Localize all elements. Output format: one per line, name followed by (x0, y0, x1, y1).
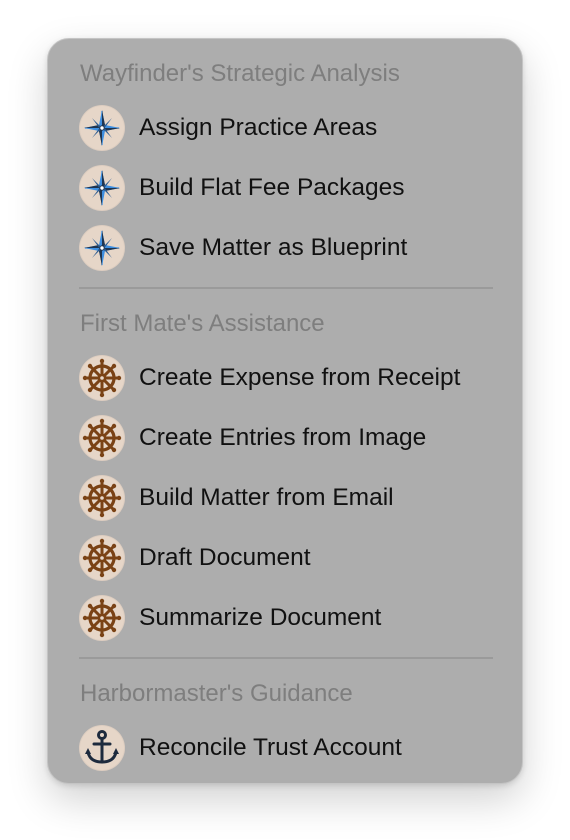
menu-item-build-flat-fee-packages[interactable]: Build Flat Fee Packages (48, 160, 522, 216)
ship-wheel-icon (79, 535, 125, 581)
ship-wheel-icon (79, 415, 125, 461)
menu-item-label: Assign Practice Areas (139, 114, 378, 141)
menu-item-save-matter-as-blueprint[interactable]: Save Matter as Blueprint (48, 220, 522, 276)
menu-item-label: Build Matter from Email (139, 484, 394, 511)
menu-item-label: Reconcile Trust Account (139, 734, 402, 761)
menu-item-summarize-document[interactable]: Summarize Document (48, 590, 522, 646)
ship-wheel-icon (79, 355, 125, 401)
menu-item-label: Build Flat Fee Packages (139, 174, 405, 201)
menu-item-reconcile-trust-account[interactable]: Reconcile Trust Account (48, 720, 522, 776)
menu-item-draft-document[interactable]: Draft Document (48, 530, 522, 586)
ship-wheel-icon (79, 595, 125, 641)
anchor-icon (79, 725, 125, 771)
menu-item-assign-practice-areas[interactable]: Assign Practice Areas (48, 100, 522, 156)
section-header-wayfinder: Wayfinder's Strategic Analysis (80, 60, 400, 87)
menu-item-create-expense-from-receipt[interactable]: Create Expense from Receipt (48, 350, 522, 406)
menu-divider (79, 657, 493, 659)
menu-divider (79, 287, 493, 289)
compass-rose-icon (79, 105, 125, 151)
context-menu: Wayfinder's Strategic Analysis Assign Pr… (47, 38, 523, 784)
menu-item-label: Draft Document (139, 544, 311, 571)
menu-item-label: Create Entries from Image (139, 424, 427, 451)
section-header-harbormaster: Harbormaster's Guidance (80, 680, 353, 707)
compass-rose-icon (79, 165, 125, 211)
ship-wheel-icon (79, 475, 125, 521)
menu-item-build-matter-from-email[interactable]: Build Matter from Email (48, 470, 522, 526)
compass-rose-icon (79, 225, 125, 271)
menu-item-create-entries-from-image[interactable]: Create Entries from Image (48, 410, 522, 466)
section-header-first-mate: First Mate's Assistance (80, 310, 325, 337)
menu-item-label: Create Expense from Receipt (139, 364, 461, 391)
menu-item-label: Save Matter as Blueprint (139, 234, 408, 261)
menu-item-label: Summarize Document (139, 604, 382, 631)
